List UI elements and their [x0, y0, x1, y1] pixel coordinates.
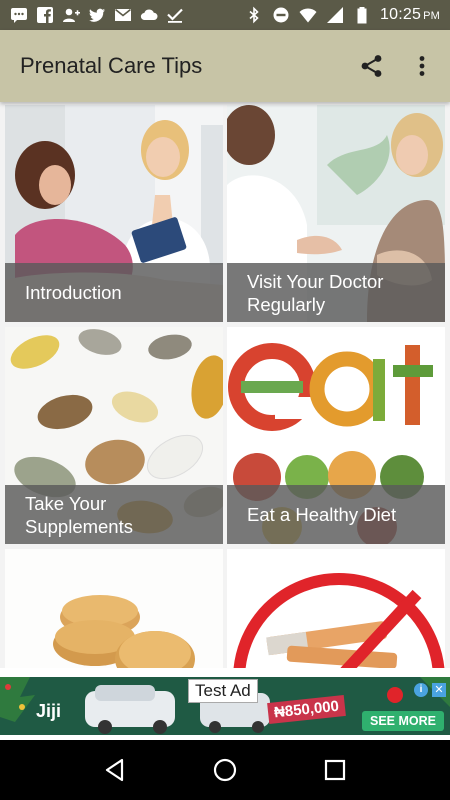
ad-see-more-button[interactable]: SEE MORE — [362, 711, 444, 731]
app-bar: Prenatal Care Tips — [0, 30, 450, 102]
overflow-menu-button[interactable] — [406, 50, 438, 82]
share-button[interactable] — [356, 50, 388, 82]
tip-card-healthy-diet[interactable]: Eat a Healthy Diet — [227, 327, 445, 544]
tip-label: Introduction — [25, 282, 122, 303]
tip-card-supplements[interactable]: Take Your Supplements — [5, 327, 223, 544]
tip-card-introduction[interactable]: Introduction — [5, 105, 223, 322]
facebook-icon — [36, 6, 54, 24]
tip-caption: Introduction — [5, 263, 223, 322]
app-actions — [356, 50, 438, 82]
ad-banner[interactable]: Jiji Test Ad ₦850,000 i ✕ SEE MORE — [0, 677, 450, 735]
share-icon — [361, 55, 382, 77]
clock-ampm: PM — [423, 10, 440, 22]
more-vert-icon — [419, 56, 425, 76]
home-icon — [213, 758, 237, 782]
ad-test-label: Test Ad — [188, 679, 258, 703]
ad-close-icon[interactable]: ✕ — [432, 683, 446, 697]
wifi-icon — [299, 6, 317, 24]
home-button[interactable] — [205, 750, 245, 790]
app-title: Prenatal Care Tips — [20, 53, 203, 78]
no-smoking-image — [227, 549, 445, 668]
bluetooth-icon — [245, 6, 263, 24]
tip-card-no-smoking[interactable] — [227, 549, 445, 668]
ad-info-icon[interactable]: i — [414, 683, 428, 697]
recents-button[interactable] — [315, 750, 355, 790]
notification-icons — [10, 6, 184, 24]
gmail-icon — [114, 6, 132, 24]
tip-caption: Take Your Supplements — [5, 485, 223, 544]
twitter-icon — [88, 6, 106, 24]
tip-label: Take Your Supplements — [25, 492, 133, 537]
ad-brand: Jiji — [36, 701, 62, 721]
status-bar: 10:25 PM — [0, 0, 450, 30]
signal-icon — [326, 6, 344, 24]
battery-icon — [353, 6, 371, 24]
clock: 10:25 PM — [380, 6, 440, 24]
do-not-disturb-icon — [272, 6, 290, 24]
back-icon — [105, 758, 124, 782]
cloud-icon — [140, 6, 158, 24]
tip-card-foods[interactable] — [5, 549, 223, 668]
biscuits-image — [5, 549, 223, 668]
system-icons: 10:25 PM — [245, 6, 440, 24]
chat-icon — [10, 6, 28, 24]
tip-caption: Visit Your Doctor Regularly — [227, 263, 445, 322]
tip-caption: Eat a Healthy Diet — [227, 485, 445, 544]
tips-grid: Introduction Visit Your Doctor Regularly — [0, 102, 450, 668]
tip-card-visit-doctor[interactable]: Visit Your Doctor Regularly — [227, 105, 445, 322]
clock-time: 10:25 — [380, 6, 422, 23]
ad-container: Jiji Test Ad ₦850,000 i ✕ SEE MORE — [0, 668, 450, 740]
tip-label: Eat a Healthy Diet — [247, 504, 397, 525]
recents-icon — [324, 759, 346, 781]
check-icon — [166, 6, 184, 24]
add-person-icon — [62, 6, 80, 24]
navigation-bar — [0, 740, 450, 800]
tip-label: Visit Your Doctor Regularly — [247, 270, 384, 315]
back-button[interactable] — [95, 750, 135, 790]
